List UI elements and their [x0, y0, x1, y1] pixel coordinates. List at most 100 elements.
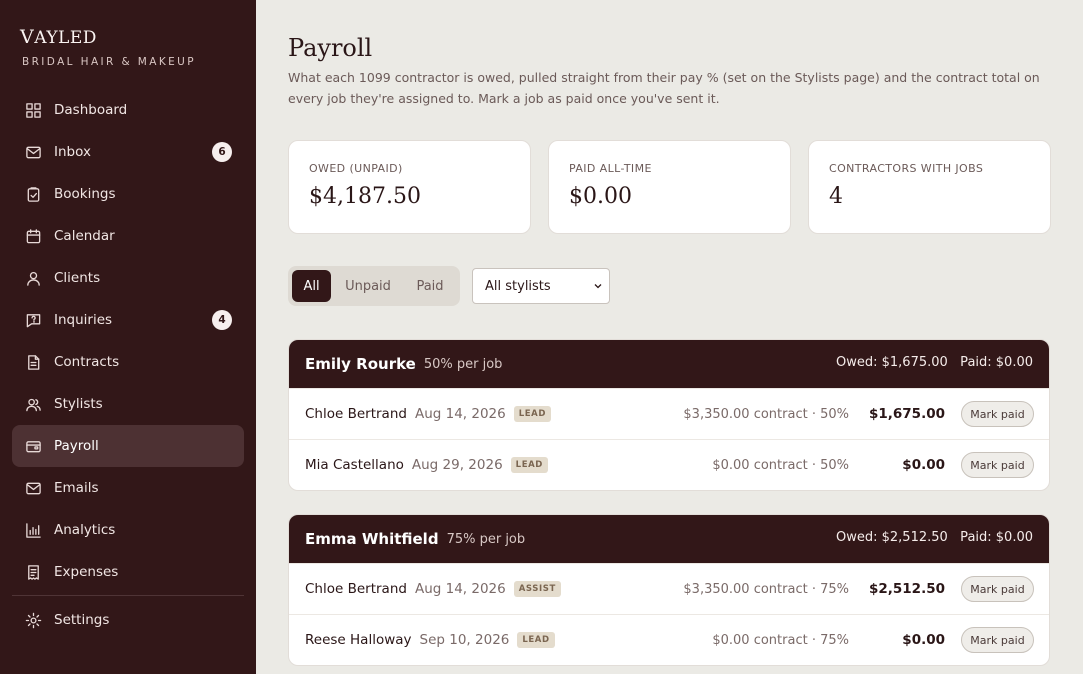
- role-badge: LEAD: [517, 632, 555, 648]
- sidebar-item-inbox[interactable]: Inbox 6: [12, 131, 244, 173]
- sidebar-item-bookings[interactable]: Bookings: [12, 173, 244, 215]
- sidebar-item-clients[interactable]: Clients: [12, 257, 244, 299]
- table-row: Mia Castellano Aug 29, 2026 LEAD $0.00 c…: [289, 439, 1049, 490]
- stat-card-owed: OWED (UNPAID) $4,187.50: [288, 140, 531, 234]
- mark-paid-button[interactable]: Mark paid: [961, 452, 1034, 478]
- sidebar-item-label: Calendar: [54, 228, 115, 244]
- stylist-group-header: Emma Whitfield 75% per job Owed: $2,512.…: [289, 515, 1049, 563]
- stats-row: OWED (UNPAID) $4,187.50 PAID ALL-TIME $0…: [288, 140, 1051, 234]
- job-amount: $2,512.50: [868, 581, 945, 597]
- role-badge: LEAD: [510, 457, 548, 473]
- job-date: Aug 29, 2026: [411, 457, 503, 473]
- brand-initial: V: [20, 26, 35, 48]
- sidebar-item-analytics[interactable]: Analytics: [12, 509, 244, 551]
- page-title: Payroll: [288, 34, 373, 62]
- sidebar-item-label: Inquiries: [54, 312, 113, 328]
- job-amount: $0.00: [902, 632, 945, 648]
- table-row: Chloe Bertrand Aug 14, 2026 ASSIST $3,35…: [289, 563, 1049, 614]
- tab-all[interactable]: All: [292, 270, 331, 302]
- brand-tagline: BRIDAL HAIR & MAKEUP: [22, 56, 196, 68]
- sidebar-divider: [12, 595, 244, 596]
- stat-label: PAID ALL-TIME: [569, 162, 652, 175]
- stat-value: 4: [829, 184, 843, 209]
- status-filter-tabs: All Unpaid Paid: [288, 266, 460, 306]
- stylist-name: Emily Rourke: [305, 355, 416, 373]
- page-description: What each 1099 contractor is owed, pulle…: [288, 70, 1040, 106]
- sidebar-item-label: Inbox: [54, 144, 91, 160]
- job-client: Reese Halloway: [305, 632, 412, 648]
- stat-label: OWED (UNPAID): [309, 162, 403, 175]
- envelope-icon: [24, 479, 42, 497]
- sidebar-item-label: Dashboard: [54, 102, 128, 118]
- sidebar-item-label: Payroll: [54, 438, 99, 454]
- job-client: Chloe Bertrand: [305, 406, 407, 422]
- sidebar-nav: Dashboard Inbox 6 Bookings Calendar Clie…: [12, 89, 244, 641]
- role-badge: ASSIST: [513, 581, 561, 597]
- job-contract: $0.00 contract · 75%: [712, 632, 849, 648]
- filter-bar: All Unpaid Paid All stylists: [288, 266, 688, 306]
- job-amount: $0.00: [902, 457, 945, 473]
- users-icon: [24, 395, 42, 413]
- sidebar-item-label: Expenses: [54, 564, 119, 580]
- stylist-select-value: All stylists: [485, 278, 551, 294]
- stylist-group: Emily Rourke 50% per job Owed: $1,675.00…: [288, 339, 1050, 491]
- job-date: Aug 14, 2026: [414, 581, 506, 597]
- message-question-icon: [24, 311, 42, 329]
- bar-chart-icon: [24, 521, 42, 539]
- stat-value: $4,187.50: [309, 184, 421, 209]
- tab-paid[interactable]: Paid: [405, 270, 455, 302]
- sidebar-item-calendar[interactable]: Calendar: [12, 215, 244, 257]
- sidebar-item-dashboard[interactable]: Dashboard: [12, 89, 244, 131]
- tab-unpaid[interactable]: Unpaid: [337, 270, 399, 302]
- mail-icon: [24, 143, 42, 161]
- brand-logo[interactable]: VAYLED: [20, 26, 97, 48]
- clipboard-check-icon: [24, 185, 42, 203]
- job-amount: $1,675.00: [868, 406, 945, 422]
- mark-paid-button[interactable]: Mark paid: [961, 401, 1034, 427]
- job-client: Mia Castellano: [305, 457, 404, 473]
- gear-icon: [24, 611, 42, 629]
- sidebar-item-emails[interactable]: Emails: [12, 467, 244, 509]
- sidebar-item-label: Emails: [54, 480, 99, 496]
- role-badge: LEAD: [513, 406, 551, 422]
- inquiries-count-badge: 4: [212, 310, 232, 330]
- table-row: Chloe Bertrand Aug 14, 2026 LEAD $3,350.…: [289, 388, 1049, 439]
- wallet-icon: [24, 437, 42, 455]
- table-row: Reese Halloway Sep 10, 2026 LEAD $0.00 c…: [289, 614, 1049, 665]
- calendar-icon: [24, 227, 42, 245]
- stat-card-paid: PAID ALL-TIME $0.00: [548, 140, 791, 234]
- stylist-group: Emma Whitfield 75% per job Owed: $2,512.…: [288, 514, 1050, 666]
- brand-name: AYLED: [34, 28, 97, 48]
- mark-paid-button[interactable]: Mark paid: [961, 627, 1034, 653]
- job-date: Sep 10, 2026: [419, 632, 510, 648]
- mark-paid-button[interactable]: Mark paid: [961, 576, 1034, 602]
- sidebar-item-contracts[interactable]: Contracts: [12, 341, 244, 383]
- job-contract: $3,350.00 contract · 50%: [683, 406, 849, 422]
- stylist-group-header: Emily Rourke 50% per job Owed: $1,675.00…: [289, 340, 1049, 388]
- stylist-totals: Owed: $2,512.50 Paid: $0.00: [836, 530, 1033, 545]
- stylist-rate: 50% per job: [423, 356, 503, 372]
- stat-value: $0.00: [569, 184, 632, 209]
- sidebar-item-inquiries[interactable]: Inquiries 4: [12, 299, 244, 341]
- document-icon: [24, 353, 42, 371]
- sidebar-item-expenses[interactable]: Expenses: [12, 551, 244, 593]
- sidebar-item-label: Stylists: [54, 396, 103, 412]
- sidebar-item-label: Bookings: [54, 186, 116, 202]
- job-client: Chloe Bertrand: [305, 581, 407, 597]
- job-date: Aug 14, 2026: [414, 406, 506, 422]
- stylist-select[interactable]: All stylists: [472, 268, 610, 304]
- sidebar: VAYLED BRIDAL HAIR & MAKEUP Dashboard In…: [0, 0, 256, 674]
- stylist-totals: Owed: $1,675.00 Paid: $0.00: [836, 355, 1033, 370]
- sidebar-item-label: Settings: [54, 612, 110, 628]
- chevron-down-icon: [594, 284, 602, 289]
- stylist-rate: 75% per job: [446, 531, 526, 547]
- sidebar-item-settings[interactable]: Settings: [12, 599, 244, 641]
- grid-icon: [24, 101, 42, 119]
- job-contract: $3,350.00 contract · 75%: [683, 581, 849, 597]
- stat-label: CONTRACTORS WITH JOBS: [829, 162, 984, 175]
- sidebar-item-stylists[interactable]: Stylists: [12, 383, 244, 425]
- user-icon: [24, 269, 42, 287]
- job-contract: $0.00 contract · 50%: [712, 457, 849, 473]
- sidebar-item-payroll[interactable]: Payroll: [12, 425, 244, 467]
- inbox-count-badge: 6: [212, 142, 232, 162]
